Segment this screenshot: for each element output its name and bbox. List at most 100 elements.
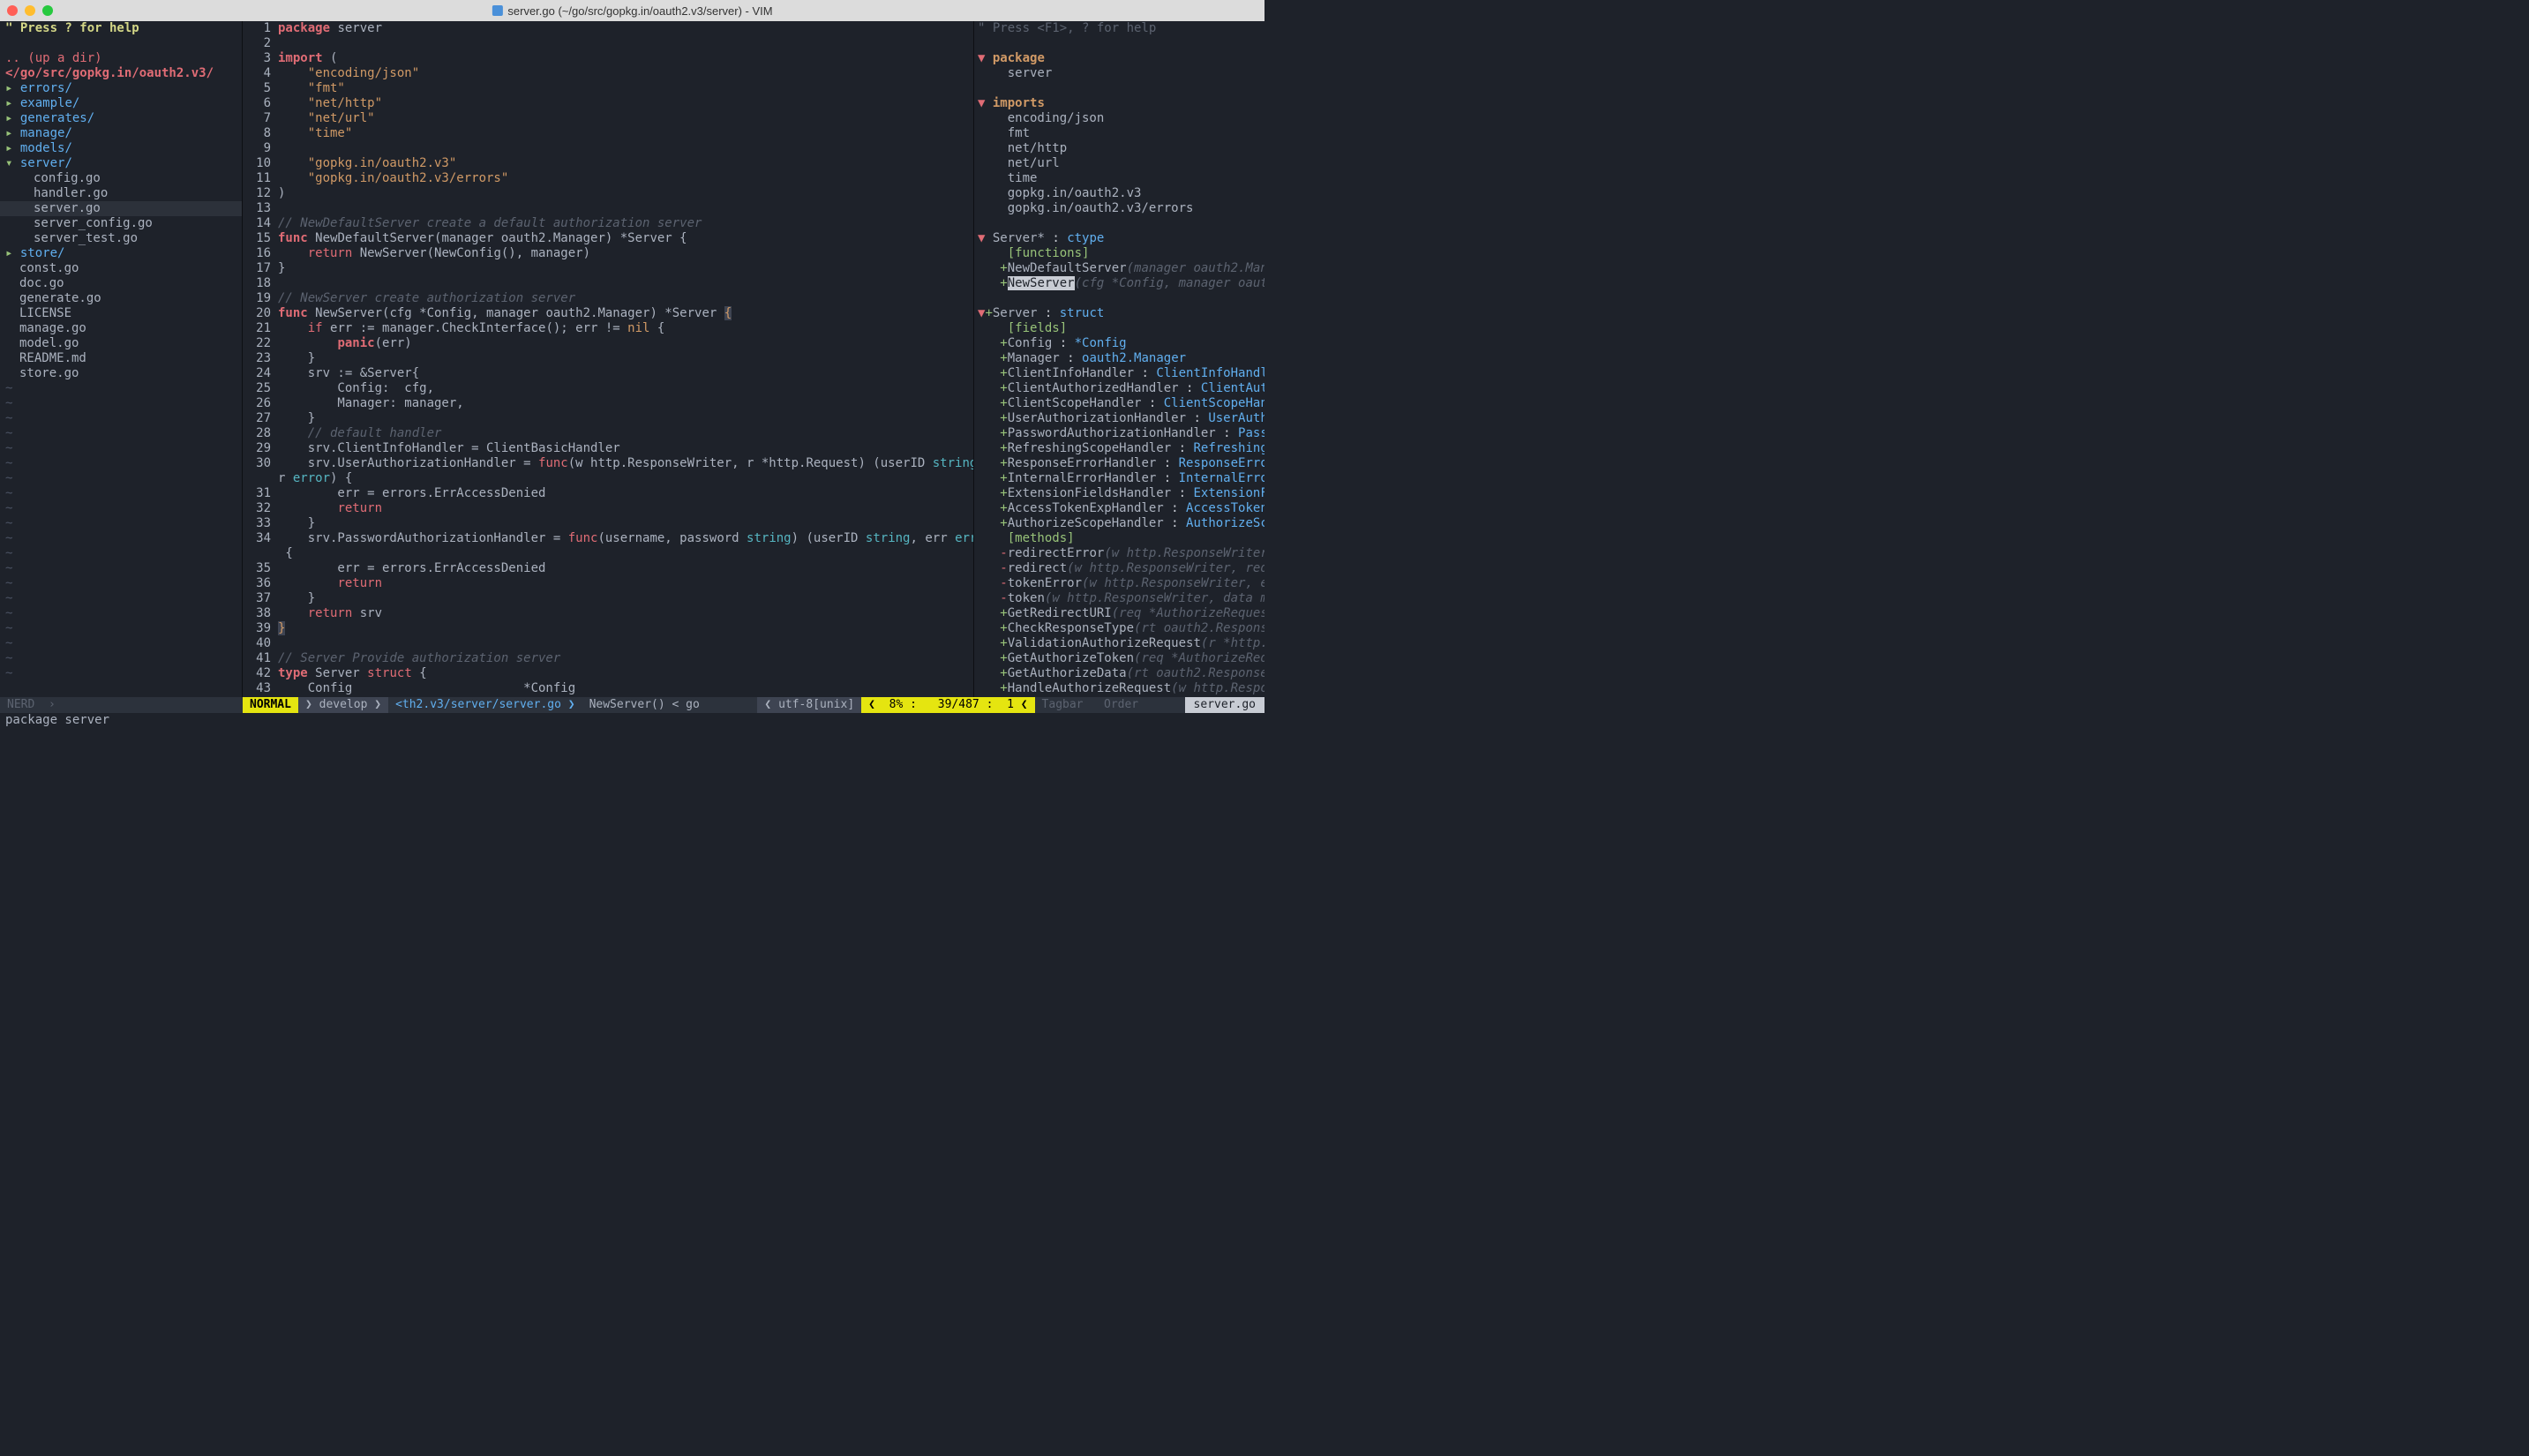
code-line[interactable]: 21 if err := manager.CheckInterface(); e…: [243, 321, 973, 336]
code-line[interactable]: 38 return srv: [243, 606, 973, 621]
tagbar-item[interactable]: +HandleAuthorizeRequest(w http.Respon: [974, 681, 1264, 696]
tagbar-item[interactable]: net/url: [974, 156, 1264, 171]
code-line[interactable]: 26 Manager: manager,: [243, 396, 973, 411]
tagbar-item[interactable]: fmt: [974, 126, 1264, 141]
code-line[interactable]: 29 srv.ClientInfoHandler = ClientBasicHa…: [243, 441, 973, 456]
code-line[interactable]: 2: [243, 36, 973, 51]
code-line[interactable]: 12): [243, 186, 973, 201]
nerdtree-dir[interactable]: ▸ errors/: [0, 81, 242, 96]
code-line[interactable]: 27 }: [243, 411, 973, 426]
nerdtree-file[interactable]: doc.go: [0, 276, 242, 291]
minimize-icon[interactable]: [25, 5, 35, 16]
code-line[interactable]: 39}: [243, 621, 973, 636]
tagbar-item[interactable]: time: [974, 171, 1264, 186]
nerdtree-file[interactable]: handler.go: [0, 186, 242, 201]
code-line[interactable]: 31 err = errors.ErrAccessDenied: [243, 486, 973, 501]
tagbar-item[interactable]: -redirect(w http.ResponseWriter, req: [974, 561, 1264, 576]
code-line[interactable]: 18: [243, 276, 973, 291]
code-line[interactable]: 10 "gopkg.in/oauth2.v3": [243, 156, 973, 171]
tagbar-item[interactable]: +GetAuthorizeToken(req *AuthorizeRequ: [974, 651, 1264, 666]
code-line[interactable]: 34 srv.PasswordAuthorizationHandler = fu…: [243, 531, 973, 546]
code-line[interactable]: {: [243, 546, 973, 561]
nerdtree-up-dir[interactable]: .. (up a dir): [0, 51, 242, 66]
tagbar-item[interactable]: +GetRedirectURI(req *AuthorizeRequest: [974, 606, 1264, 621]
nerdtree-file[interactable]: model.go: [0, 336, 242, 351]
nerdtree-root[interactable]: </go/src/gopkg.in/oauth2.v3/: [0, 66, 242, 81]
code-line[interactable]: 19// NewServer create authorization serv…: [243, 291, 973, 306]
code-line[interactable]: 37 }: [243, 591, 973, 606]
tagbar-section-package[interactable]: ▼ package: [974, 51, 1264, 66]
tagbar-item[interactable]: +AccessTokenExpHandler : AccessTokenE: [974, 501, 1264, 516]
code-line[interactable]: 13: [243, 201, 973, 216]
tagbar-item[interactable]: +PasswordAuthorizationHandler : Passw: [974, 426, 1264, 441]
code-line[interactable]: 23 }: [243, 351, 973, 366]
code-line[interactable]: 4 "encoding/json": [243, 66, 973, 81]
nerdtree-file[interactable]: manage.go: [0, 321, 242, 336]
code-line[interactable]: 5 "fmt": [243, 81, 973, 96]
nerdtree-file[interactable]: README.md: [0, 351, 242, 366]
code-line[interactable]: 22 panic(err): [243, 336, 973, 351]
code-line[interactable]: 24 srv := &Server{: [243, 366, 973, 381]
tagbar-item[interactable]: +CheckResponseType(rt oauth2.Response: [974, 621, 1264, 636]
code-line[interactable]: 41// Server Provide authorization server: [243, 651, 973, 666]
tagbar-item[interactable]: +ValidationAuthorizeRequest(r *http.R: [974, 636, 1264, 651]
tagbar-item[interactable]: +InternalErrorHandler : InternalError: [974, 471, 1264, 486]
nerdtree-file[interactable]: server.go: [0, 201, 242, 216]
nerdtree-file[interactable]: LICENSE: [0, 306, 242, 321]
code-line[interactable]: 7 "net/url": [243, 111, 973, 126]
nerdtree-file[interactable]: store.go: [0, 366, 242, 381]
tagbar-item[interactable]: encoding/json: [974, 111, 1264, 126]
command-line[interactable]: package server: [0, 713, 1264, 728]
code-line[interactable]: 3import (: [243, 51, 973, 66]
tagbar-item[interactable]: +AuthorizeScopeHandler : AuthorizeSco: [974, 516, 1264, 531]
tagbar-item[interactable]: gopkg.in/oauth2.v3: [974, 186, 1264, 201]
code-line[interactable]: 14// NewDefaultServer create a default a…: [243, 216, 973, 231]
nerdtree-file[interactable]: server_test.go: [0, 231, 242, 246]
tagbar-item[interactable]: +NewDefaultServer(manager oauth2.Mana: [974, 261, 1264, 276]
code-line[interactable]: 33 }: [243, 516, 973, 531]
nerdtree-dir[interactable]: ▾ server/: [0, 156, 242, 171]
nerdtree-dir[interactable]: ▸ models/: [0, 141, 242, 156]
code-line[interactable]: 36 return: [243, 576, 973, 591]
tagbar-item[interactable]: +NewServer(cfg *Config, manager oauth: [974, 276, 1264, 291]
code-line[interactable]: 42type Server struct {: [243, 666, 973, 681]
tagbar-section-imports[interactable]: ▼ imports: [974, 96, 1264, 111]
nerdtree-dir[interactable]: ▸ example/: [0, 96, 242, 111]
tagbar-item[interactable]: +ResponseErrorHandler : ResponseError: [974, 456, 1264, 471]
code-line[interactable]: r error) {: [243, 471, 973, 486]
tagbar-item[interactable]: +Manager : oauth2.Manager: [974, 351, 1264, 366]
code-line[interactable]: 32 return: [243, 501, 973, 516]
code-line[interactable]: 43 Config *Config: [243, 681, 973, 696]
close-icon[interactable]: [7, 5, 18, 16]
code-line[interactable]: 15func NewDefaultServer(manager oauth2.M…: [243, 231, 973, 246]
maximize-icon[interactable]: [42, 5, 53, 16]
tagbar-item[interactable]: -tokenError(w http.ResponseWriter, er: [974, 576, 1264, 591]
nerdtree-dir[interactable]: ▸ store/: [0, 246, 242, 261]
tagbar-item[interactable]: net/http: [974, 141, 1264, 156]
tagbar-item[interactable]: gopkg.in/oauth2.v3/errors: [974, 201, 1264, 216]
tagbar-item[interactable]: +Config : *Config: [974, 336, 1264, 351]
code-line[interactable]: 20func NewServer(cfg *Config, manager oa…: [243, 306, 973, 321]
code-line[interactable]: 25 Config: cfg,: [243, 381, 973, 396]
nerdtree-file[interactable]: generate.go: [0, 291, 242, 306]
tagbar-item[interactable]: +ClientInfoHandler : ClientInfoHandle: [974, 366, 1264, 381]
tagbar-item[interactable]: +RefreshingScopeHandler : RefreshingS: [974, 441, 1264, 456]
code-line[interactable]: 17}: [243, 261, 973, 276]
tagbar-item[interactable]: +ClientScopeHandler : ClientScopeHand: [974, 396, 1264, 411]
code-line[interactable]: 40: [243, 636, 973, 651]
tagbar-item[interactable]: -redirectError(w http.ResponseWriter,: [974, 546, 1264, 561]
code-line[interactable]: 44 Manager oauth2.Manager: [243, 696, 973, 697]
code-line[interactable]: 6 "net/http": [243, 96, 973, 111]
nerdtree-file[interactable]: const.go: [0, 261, 242, 276]
editor-pane[interactable]: 1package server23import (4 "encoding/jso…: [243, 21, 973, 697]
nerdtree-file[interactable]: config.go: [0, 171, 242, 186]
tagbar-item[interactable]: +ExtensionFieldsHandler : ExtensionFi: [974, 486, 1264, 501]
code-line[interactable]: 11 "gopkg.in/oauth2.v3/errors": [243, 171, 973, 186]
tagbar-item[interactable]: -token(w http.ResponseWriter, data ma: [974, 591, 1264, 606]
nerdtree-file[interactable]: server_config.go: [0, 216, 242, 231]
tagbar-pane[interactable]: " Press <F1>, ? for help ▼ package serve…: [973, 21, 1264, 697]
nerdtree-pane[interactable]: " Press ? for help .. (up a dir) </go/sr…: [0, 21, 243, 697]
code-line[interactable]: 16 return NewServer(NewConfig(), manager…: [243, 246, 973, 261]
code-line[interactable]: 28 // default handler: [243, 426, 973, 441]
code-line[interactable]: 30 srv.UserAuthorizationHandler = func(w…: [243, 456, 973, 471]
